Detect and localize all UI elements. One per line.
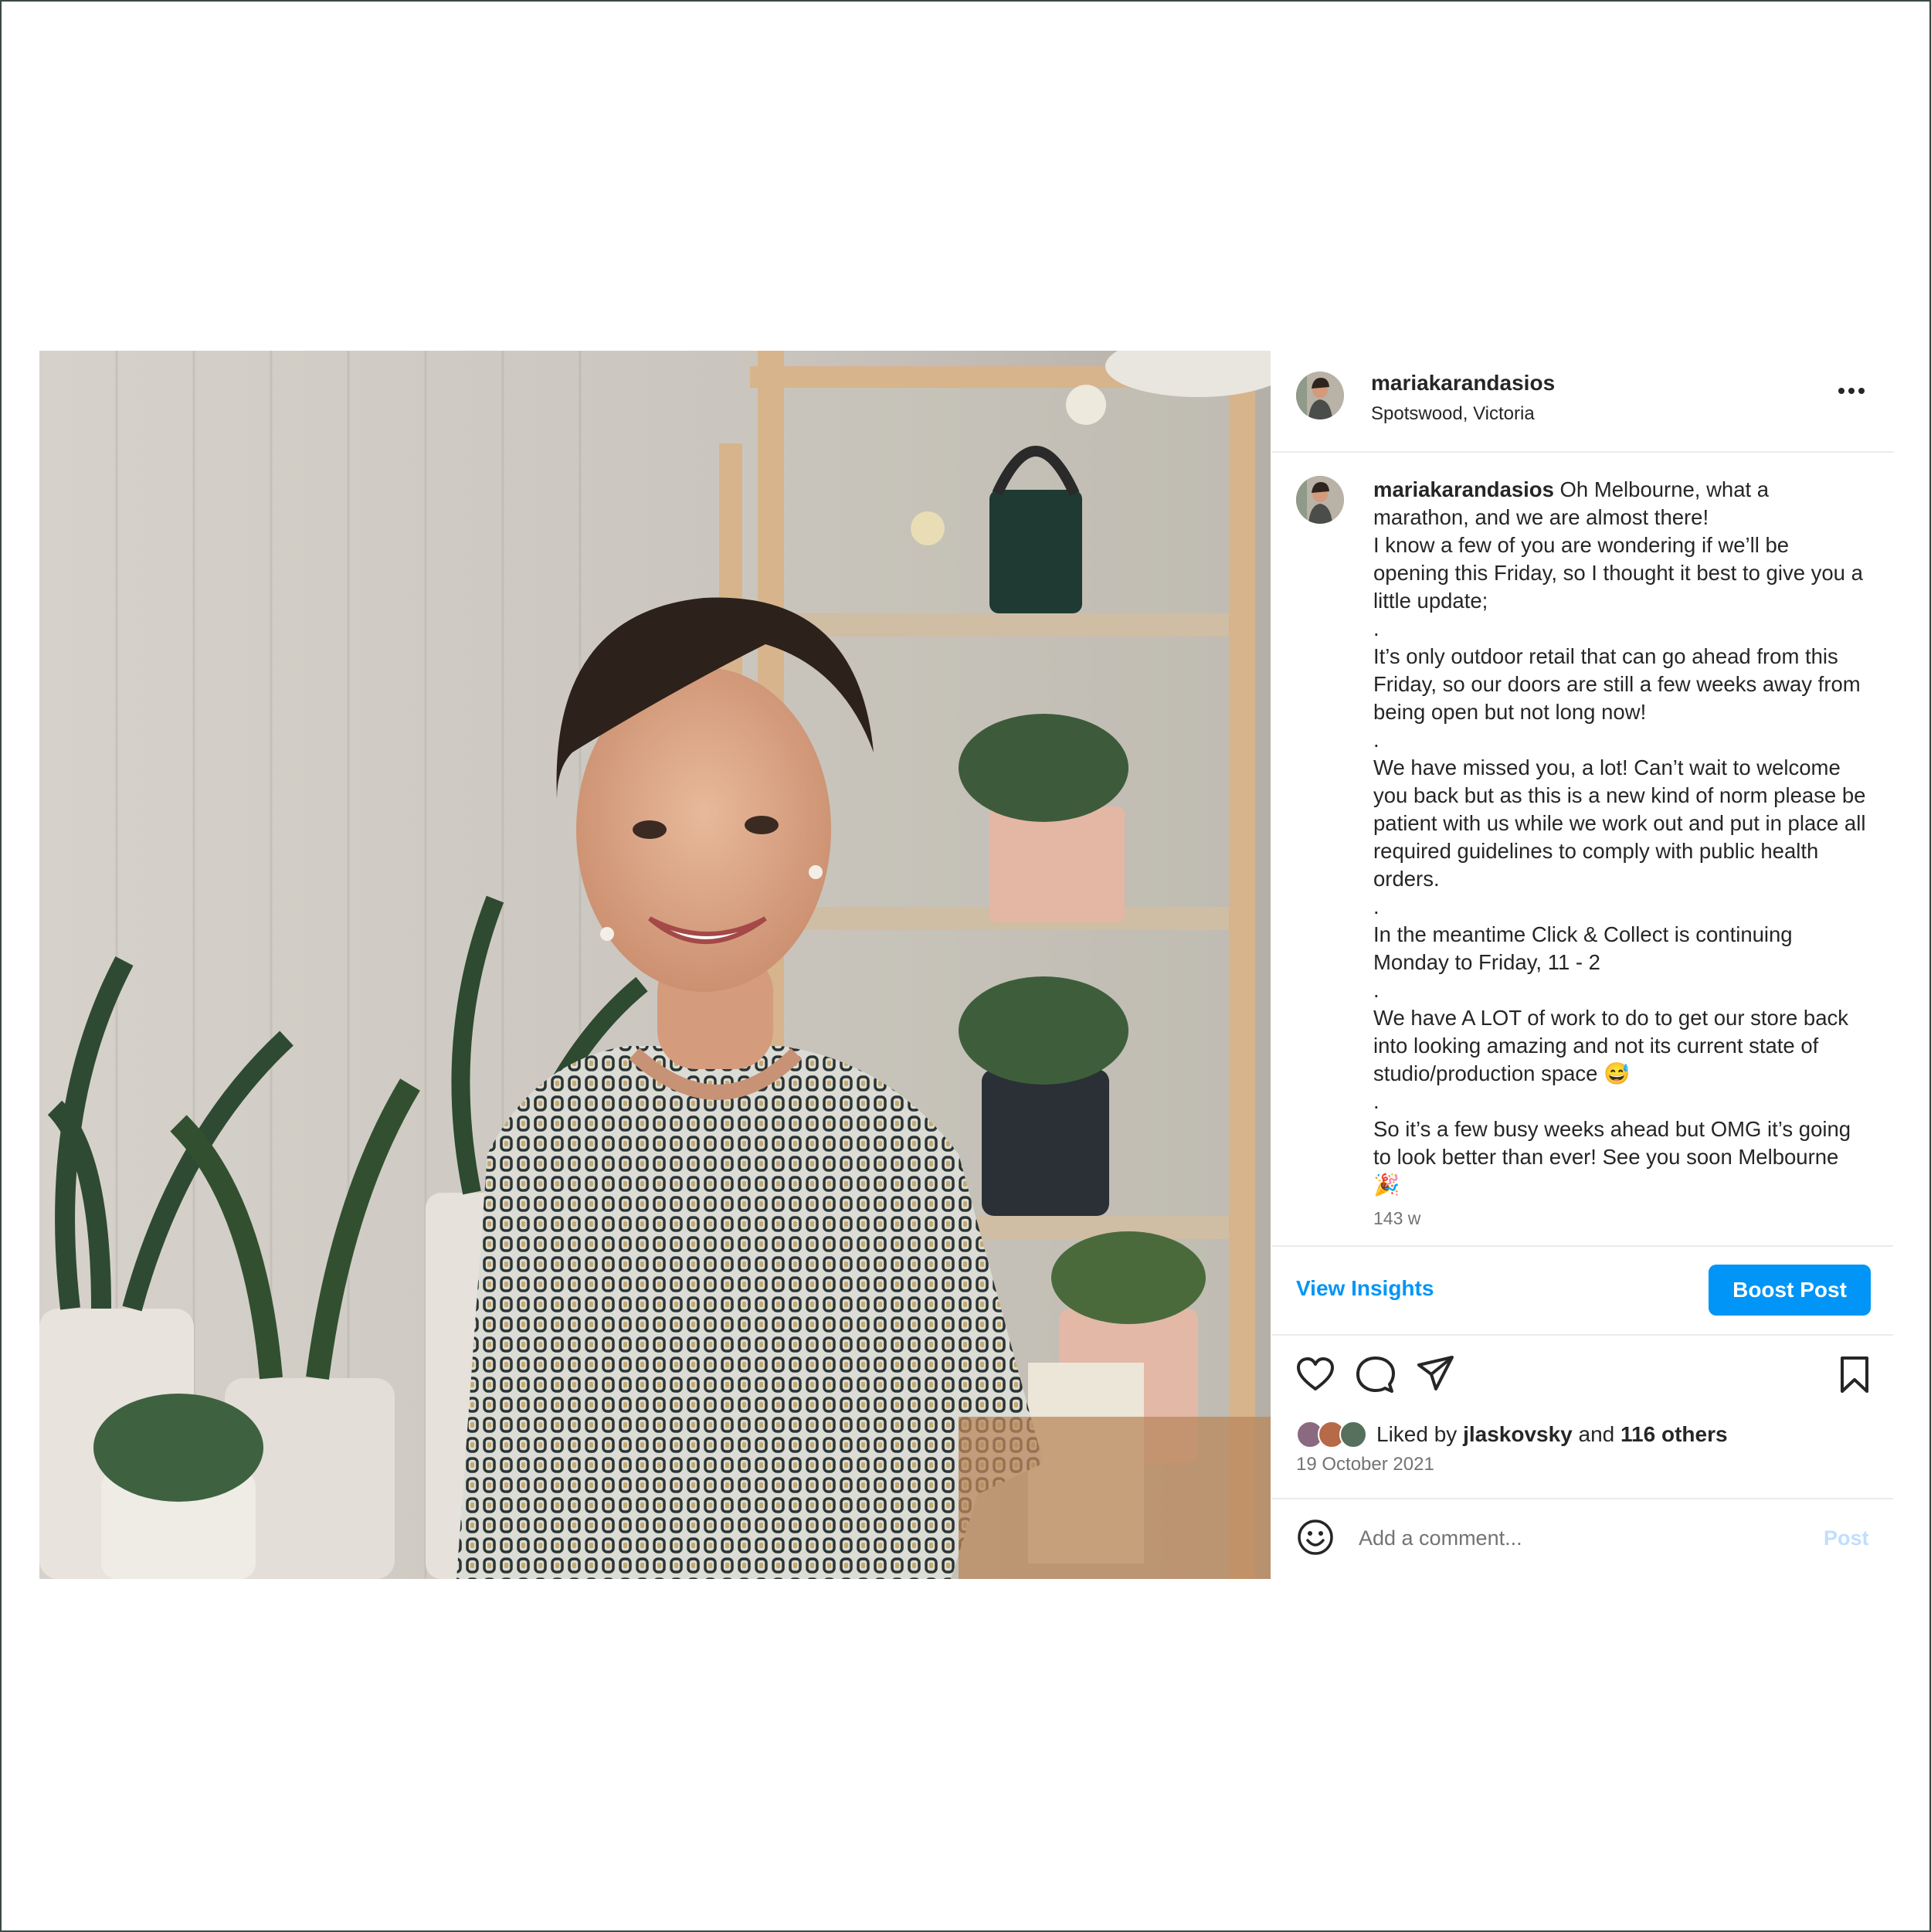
- post-comment-button[interactable]: Post: [1824, 1526, 1869, 1550]
- smiley-icon: [1298, 1519, 1333, 1555]
- post-location[interactable]: Spotswood, Victoria: [1371, 403, 1535, 425]
- caption-separator: .: [1373, 616, 1380, 640]
- add-comment-row: Post: [1272, 1500, 1893, 1577]
- view-insights-link[interactable]: View Insights: [1296, 1276, 1434, 1301]
- liker-avatars: [1296, 1421, 1376, 1448]
- caption-avatar-image: [1296, 476, 1344, 524]
- post-photo[interactable]: [39, 351, 1271, 1579]
- caption-separator: .: [1373, 895, 1380, 918]
- likes-prefix: Liked by: [1376, 1422, 1458, 1446]
- likes-others-count[interactable]: 116 others: [1620, 1422, 1728, 1446]
- caption-avatar[interactable]: [1296, 476, 1344, 524]
- likes-joiner: and: [1578, 1422, 1615, 1446]
- caption-paragraph: We have A LOT of work to do to get our s…: [1373, 1006, 1849, 1085]
- comment-input[interactable]: [1357, 1522, 1746, 1554]
- caption-paragraph: I know a few of you are wondering if we’…: [1373, 533, 1863, 613]
- share-button[interactable]: [1416, 1353, 1456, 1394]
- paper-plane-icon: [1417, 1356, 1454, 1390]
- caption-time-ago[interactable]: 143 w: [1373, 1208, 1420, 1229]
- caption-paragraph: It’s only outdoor retail that can go ahe…: [1373, 644, 1861, 724]
- header-divider: [1272, 451, 1893, 453]
- caption-paragraph: We have missed you, a lot! Can’t wait to…: [1373, 755, 1866, 891]
- author-avatar[interactable]: [1296, 372, 1344, 419]
- post-photo-illustration: [39, 351, 1271, 1579]
- post-date[interactable]: 19 October 2021: [1296, 1454, 1434, 1475]
- save-button[interactable]: [1834, 1355, 1875, 1395]
- caption-username[interactable]: mariakarandasios: [1373, 477, 1554, 501]
- emoji-button[interactable]: [1297, 1519, 1334, 1556]
- bookmark-icon: [1841, 1356, 1868, 1393]
- caption-intro: mariakarandasios Oh Melbourne, what a ma…: [1373, 476, 1868, 531]
- caption-separator: .: [1373, 978, 1380, 1002]
- author-username[interactable]: mariakarandasios: [1371, 371, 1555, 396]
- caption-paragraph: In the meantime Click & Collect is conti…: [1373, 922, 1793, 974]
- liker-username[interactable]: jlaskovsky: [1463, 1422, 1573, 1446]
- author-avatar-image: [1296, 372, 1344, 419]
- post-details-panel: mariakarandasios Spotswood, Victoria mar…: [1272, 351, 1893, 1579]
- likes-summary[interactable]: Liked by jlaskovsky and 116 others: [1296, 1419, 1728, 1450]
- caption-separator: .: [1373, 1089, 1380, 1113]
- caption-separator: .: [1373, 728, 1380, 752]
- more-options-button[interactable]: [1834, 374, 1868, 408]
- boost-post-button[interactable]: Boost Post: [1709, 1265, 1871, 1316]
- likes-text: Liked by jlaskovsky and 116 others: [1376, 1422, 1728, 1447]
- comment-button[interactable]: [1356, 1355, 1396, 1395]
- caption-divider: [1272, 1245, 1893, 1247]
- comment-divider: [1272, 1498, 1893, 1499]
- heart-icon: [1297, 1357, 1334, 1390]
- post-caption: mariakarandasios Oh Melbourne, what a ma…: [1373, 476, 1868, 1199]
- like-button[interactable]: [1295, 1355, 1335, 1395]
- actions-divider: [1272, 1334, 1893, 1336]
- more-options-icon: [1838, 388, 1865, 394]
- liker-avatar: [1339, 1421, 1367, 1448]
- comment-bubble-icon: [1356, 1356, 1395, 1393]
- caption-paragraph: So it’s a few busy weeks ahead but OMG i…: [1373, 1117, 1851, 1197]
